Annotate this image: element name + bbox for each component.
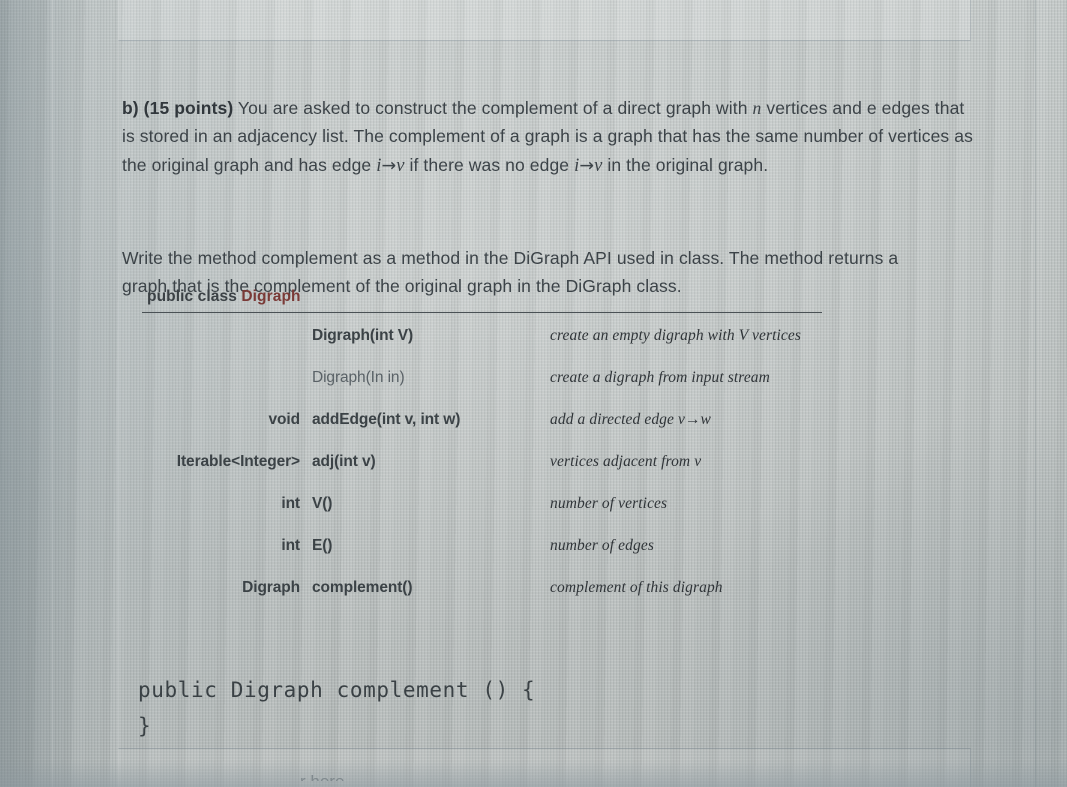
api-signature: addEdge(int v, int w): [312, 411, 461, 428]
api-description: create a digraph from input stream: [550, 369, 770, 386]
api-class-title: public class Digraph: [147, 288, 842, 306]
table-row: int E() number of edges: [142, 537, 842, 579]
arrow-icon-second: →: [579, 155, 595, 176]
api-class-name: Digraph: [241, 288, 301, 305]
api-title-rule: [142, 312, 822, 313]
question-text-part-3: if there was no edge: [404, 154, 575, 175]
api-return-type: Digraph: [242, 579, 300, 596]
api-return-type: int: [281, 537, 300, 554]
question-text-part-4: in the original graph.: [602, 154, 769, 175]
api-signature: Digraph(int V): [312, 327, 414, 344]
arrow-icon-first: →: [381, 155, 397, 176]
api-description: add a directed edge v→w: [550, 411, 711, 428]
answer-code-block: public Digraph complement () { }: [138, 672, 535, 744]
question-points-label: b) (15 points): [122, 97, 234, 118]
api-signature: adj(int v): [312, 453, 376, 470]
table-row: int V() number of vertices: [142, 495, 842, 537]
api-description: number of vertices: [550, 495, 668, 512]
code-line-1: public Digraph complement () {: [138, 678, 536, 702]
api-description: number of edges: [550, 537, 654, 554]
api-description: vertices adjacent from v: [550, 453, 702, 470]
api-return-type: int: [281, 495, 300, 512]
api-signature: Digraph(In in): [312, 369, 405, 386]
variable-v-first: v: [396, 155, 405, 176]
api-return-type: void: [268, 411, 301, 428]
api-return-type: Iterable<Integer>: [176, 453, 300, 470]
question-text-part-1: You are asked to construct the complemen…: [233, 97, 753, 118]
document-content: b) (15 points) You are asked to construc…: [0, 0, 1067, 787]
table-row: Iterable<Integer> adj(int v) vertices ad…: [142, 453, 842, 495]
table-row: Digraph(int V) create an empty digraph w…: [142, 327, 842, 369]
api-description: complement of this digraph: [550, 579, 723, 596]
code-line-2: }: [138, 714, 152, 738]
api-signature: V(): [312, 495, 333, 512]
api-title-prefix: public class: [147, 288, 242, 305]
digraph-api-table: public class Digraph Digraph(int V) crea…: [142, 288, 842, 621]
table-row: Digraph complement() complement of this …: [142, 579, 842, 621]
api-signature: E(): [312, 537, 333, 554]
table-row: void addEdge(int v, int w) add a directe…: [142, 411, 842, 453]
api-signature: complement(): [312, 579, 413, 596]
question-paragraph-1: b) (15 points) You are asked to construc…: [122, 94, 978, 181]
api-description: create an empty digraph with V vertices: [550, 327, 801, 344]
api-row-list: Digraph(int V) create an empty digraph w…: [142, 327, 842, 621]
table-row: Digraph(In in) create a digraph from inp…: [142, 369, 842, 411]
